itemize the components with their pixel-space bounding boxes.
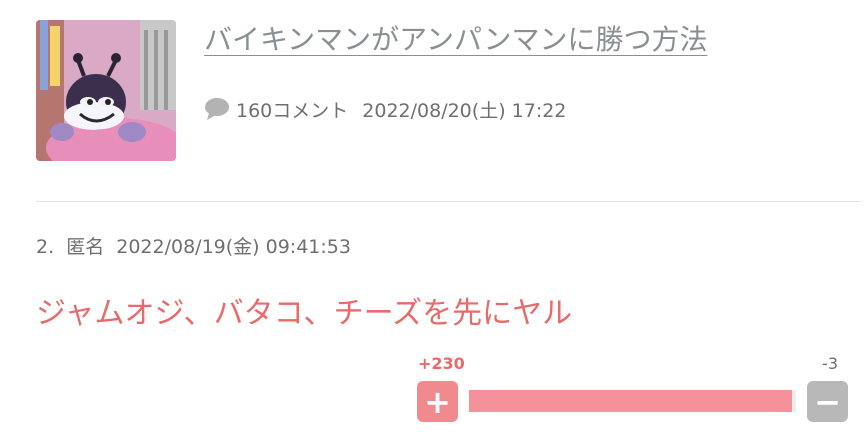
comment-count: 160コメント (236, 99, 349, 122)
thread-title-link[interactable]: バイキンマンがアンパンマンに勝つ方法 (204, 18, 707, 62)
thread-thumbnail[interactable] (36, 20, 176, 161)
plus-icon: + (424, 382, 451, 421)
response-body: ジャムオジ、バタコ、チーズを先にヤル (36, 296, 573, 331)
response-number: 2. (36, 236, 55, 258)
section-divider (36, 201, 861, 202)
plus-vote-button[interactable]: + (417, 381, 458, 422)
vote-ratio-bar (469, 390, 796, 412)
minus-icon: − (814, 382, 841, 421)
thumbnail-image (36, 20, 176, 161)
minus-vote-button[interactable]: − (807, 381, 848, 422)
minus-vote-count: -3 (822, 354, 838, 373)
vote-ratio-fill (469, 390, 792, 412)
comment-bubble-icon (205, 98, 229, 120)
response-author: 匿名 (66, 236, 105, 258)
thread-meta: 160コメント 2022/08/20(土) 17:22 (204, 95, 566, 123)
plus-vote-count: +230 (418, 354, 465, 373)
response-timestamp: 2022/08/19(金) 09:41:53 (116, 236, 351, 258)
thread-timestamp: 2022/08/20(土) 17:22 (362, 99, 567, 122)
response-header: 2. 匿名 2022/08/19(金) 09:41:53 (36, 232, 351, 259)
